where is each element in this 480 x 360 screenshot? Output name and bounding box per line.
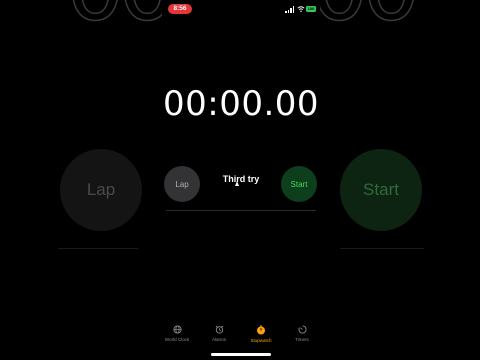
battery-icon: 100 <box>306 6 316 12</box>
background-digit-left: 0 <box>65 0 125 38</box>
tab-timers-label: Timers <box>295 337 309 342</box>
pointer-cursor-icon <box>235 181 239 186</box>
background-digit-right-2: 0 <box>361 0 421 38</box>
phone-screen: 8:56 100 00:00.00 Lap Third try Start Wo… <box>162 0 320 360</box>
status-time[interactable]: 8:56 <box>168 4 192 14</box>
status-bar: 8:56 100 <box>162 4 320 16</box>
stopwatch-icon <box>257 325 265 335</box>
start-button-label: Start <box>290 179 308 189</box>
timer-icon <box>297 325 306 334</box>
tab-stopwatch[interactable]: Stopwatch <box>244 325 278 343</box>
tab-stopwatch-label: Stopwatch <box>250 338 272 343</box>
tab-alarms[interactable]: Alarms <box>202 325 236 342</box>
tab-world-clock-label: World Clock <box>164 337 190 342</box>
background-lap-circle: Lap <box>60 149 142 231</box>
background-divider-right <box>340 248 424 249</box>
tab-world-clock[interactable]: World Clock <box>160 325 194 342</box>
lap-button[interactable]: Lap <box>164 166 200 202</box>
laps-divider <box>166 210 316 211</box>
cellular-signal-icon <box>285 6 295 13</box>
tab-alarms-label: Alarms <box>211 337 226 342</box>
background-lap-label: Lap <box>86 180 116 199</box>
background-divider-left <box>58 248 138 249</box>
stopwatch-time: 00:00.00 <box>162 84 320 124</box>
background-start-label: Start <box>363 180 399 199</box>
background-start-circle: Start <box>340 149 422 231</box>
wifi-icon <box>297 6 305 13</box>
globe-icon <box>172 325 182 334</box>
tab-bar: World Clock Alarms Stopwatch Timers <box>162 325 320 347</box>
alarm-icon <box>215 325 223 334</box>
tab-timers[interactable]: Timers <box>285 325 319 342</box>
start-button[interactable]: Start <box>281 166 317 202</box>
home-indicator[interactable] <box>211 353 271 356</box>
